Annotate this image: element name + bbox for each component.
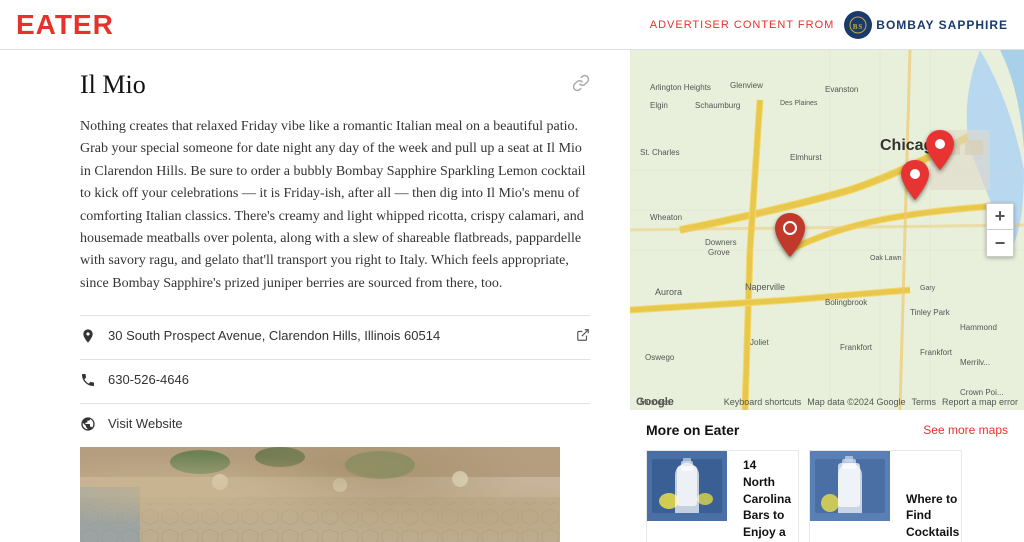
- article-card-1[interactable]: 14 North Carolina Bars to Enjoy a Cockta…: [646, 450, 799, 542]
- right-panel: Arlington Heights Glenview Elgin Schaumb…: [630, 50, 1024, 542]
- svg-text:Gary: Gary: [920, 285, 936, 292]
- svg-text:Glenview: Glenview: [730, 81, 763, 90]
- svg-text:Tinley Park: Tinley Park: [910, 308, 951, 317]
- article-card-2[interactable]: Where to Find Cocktails That Taste Like …: [809, 450, 962, 542]
- article-cards-container: 14 North Carolina Bars to Enjoy a Cockta…: [646, 450, 1008, 542]
- svg-text:BS: BS: [853, 23, 864, 31]
- website-link[interactable]: Visit Website: [108, 416, 590, 431]
- advertiser-label: ADVERTISER CONTENT FROM: [650, 19, 835, 31]
- report-error-link[interactable]: Report a map error: [942, 397, 1018, 407]
- svg-text:Arlington Heights: Arlington Heights: [650, 83, 711, 92]
- svg-text:Merrilv...: Merrilv...: [960, 358, 990, 367]
- next-card: [972, 450, 1008, 542]
- phone-row: 630-526-4646: [80, 359, 590, 403]
- zoom-out-button[interactable]: −: [987, 230, 1013, 256]
- address-row: 30 South Prospect Avenue, Clarendon Hill…: [80, 315, 590, 359]
- more-on-eater-header: More on Eater See more maps: [646, 422, 1008, 438]
- keyboard-shortcuts-link[interactable]: Keyboard shortcuts: [724, 397, 802, 407]
- bombay-sapphire-logo: BS BOMBAY SAPPHIRE: [844, 11, 1008, 39]
- map-controls: + −: [986, 203, 1014, 257]
- left-panel: Il Mio Nothing creates that relaxed Frid…: [0, 50, 630, 542]
- svg-text:Grove: Grove: [708, 248, 730, 257]
- article-1-info: 14 North Carolina Bars to Enjoy a Cockta…: [735, 451, 799, 542]
- zoom-in-button[interactable]: +: [987, 204, 1013, 230]
- svg-text:St. Charles: St. Charles: [640, 148, 680, 157]
- article-2-headline: Where to Find Cocktails That Taste Like …: [906, 491, 959, 542]
- svg-text:Evanston: Evanston: [825, 85, 858, 94]
- svg-text:Schaumburg: Schaumburg: [695, 101, 740, 110]
- place-title-container: Il Mio: [80, 70, 590, 100]
- main-content: Il Mio Nothing creates that relaxed Frid…: [0, 50, 1024, 542]
- address-external-link-icon[interactable]: [576, 328, 590, 345]
- svg-text:Oak Lawn: Oak Lawn: [870, 255, 902, 262]
- map-attribution: Google Keyboard shortcuts Map data ©2024…: [630, 396, 1024, 408]
- svg-text:Naperville: Naperville: [745, 282, 785, 292]
- article-2-thumbnail: [810, 451, 890, 521]
- article-2-info: Where to Find Cocktails That Taste Like …: [898, 451, 962, 542]
- restaurant-image: [80, 447, 560, 542]
- svg-text:Des Plaines: Des Plaines: [780, 100, 818, 107]
- svg-text:Aurora: Aurora: [655, 287, 682, 297]
- map-container[interactable]: Arlington Heights Glenview Elgin Schaumb…: [630, 50, 1024, 410]
- copy-link-icon[interactable]: [572, 74, 590, 97]
- svg-text:Frankfort: Frankfort: [920, 348, 953, 357]
- location-icon: [80, 328, 98, 347]
- address-text: 30 South Prospect Avenue, Clarendon Hill…: [108, 328, 566, 343]
- bombay-sapphire-icon: BS: [844, 11, 872, 39]
- globe-icon: [80, 416, 98, 435]
- svg-text:Elmhurst: Elmhurst: [790, 153, 822, 162]
- place-name: Il Mio: [80, 70, 146, 100]
- advertiser-area: ADVERTISER CONTENT FROM BS BOMBAY SAPPHI…: [650, 11, 1008, 39]
- eater-logo[interactable]: EATER: [16, 9, 114, 41]
- terms-link[interactable]: Terms: [911, 397, 936, 407]
- map-svg: Arlington Heights Glenview Elgin Schaumb…: [630, 50, 1024, 410]
- svg-text:Frankfort: Frankfort: [840, 343, 873, 352]
- place-description: Nothing creates that relaxed Friday vibe…: [80, 116, 590, 295]
- see-more-maps-link[interactable]: See more maps: [923, 423, 1008, 437]
- phone-text[interactable]: 630-526-4646: [108, 372, 590, 387]
- article-1-thumbnail: [647, 451, 727, 521]
- svg-text:Joliet: Joliet: [750, 338, 769, 347]
- map-data-label: Map data ©2024 Google: [807, 397, 905, 407]
- google-logo: Google: [636, 396, 674, 408]
- svg-text:Bolingbrook: Bolingbrook: [825, 298, 868, 307]
- svg-text:Elgin: Elgin: [650, 101, 668, 110]
- more-on-eater-section: More on Eater See more maps: [630, 410, 1024, 542]
- svg-text:Wheaton: Wheaton: [650, 213, 682, 222]
- article-1-headline: 14 North Carolina Bars to Enjoy a Cockta…: [743, 457, 791, 542]
- more-on-eater-title: More on Eater: [646, 422, 739, 438]
- phone-icon: [80, 372, 98, 391]
- website-row[interactable]: Visit Website: [80, 403, 590, 447]
- svg-text:Downers: Downers: [705, 238, 737, 247]
- svg-text:Oswego: Oswego: [645, 353, 675, 362]
- sponsor-name: BOMBAY SAPPHIRE: [876, 18, 1008, 32]
- page-header: EATER ADVERTISER CONTENT FROM BS BOMBAY …: [0, 0, 1024, 50]
- svg-text:Hammond: Hammond: [960, 323, 997, 332]
